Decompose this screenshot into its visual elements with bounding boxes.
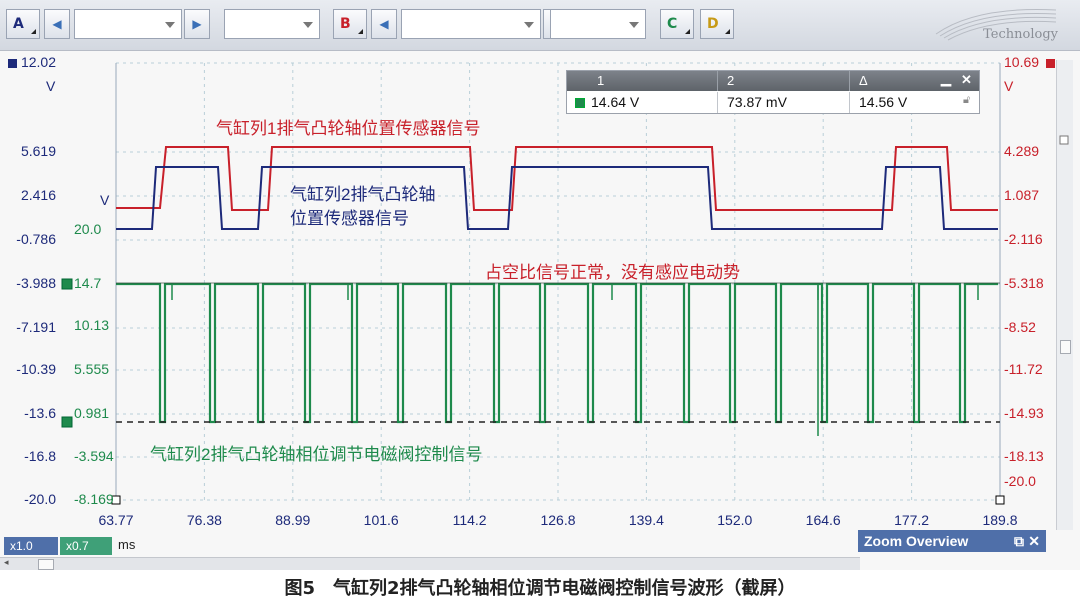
column-divider xyxy=(849,92,850,113)
x-axis-tick: 164.6 xyxy=(805,512,841,528)
x-axis-tick: 101.6 xyxy=(363,512,399,528)
rightRed-tick: 10.69 xyxy=(1004,54,1040,70)
vscroll-handle xyxy=(1059,135,1069,145)
minimize-icon[interactable]: ▁ xyxy=(941,71,951,87)
solenoid-control-trace xyxy=(116,282,998,424)
rightRed-tick: -5.318 xyxy=(1004,275,1044,291)
figure-caption: 图5 气缸列2排气凸轮轴相位调节电磁阀控制信号波形（截屏） xyxy=(284,578,796,599)
red-channel-marker xyxy=(1046,59,1055,68)
x-axis-tick: 139.4 xyxy=(628,512,664,528)
right-axis-unit: V xyxy=(1004,78,1014,94)
cursor-1-header: 1 xyxy=(597,73,605,88)
annotation-duty-cycle: 占空比信号正常，没有感应电动势 xyxy=(485,263,740,282)
cursor-1-value: 14.64 V xyxy=(591,94,640,110)
x-axis-tick: 63.77 xyxy=(98,512,134,528)
leftNavy-tick: -7.191 xyxy=(16,319,56,335)
green-level-marker xyxy=(61,278,73,290)
green-axis-unit: V xyxy=(100,192,110,208)
scroll-thumb[interactable] xyxy=(38,559,54,570)
cursor-measurement-panel[interactable]: 1 2 Δ ▁ ✕ 14.64 V 73.87 mV 14.56 V 🔓︎ xyxy=(566,70,980,114)
rightRed-tick: -20.0 xyxy=(1004,473,1036,489)
annotation-bank1-camshaft: 气缸列1排气凸轮轴位置传感器信号 xyxy=(216,119,481,138)
leftGreen-tick: -3.594 xyxy=(74,448,114,464)
x-zoom-badge[interactable]: x1.0 xyxy=(4,537,58,555)
channel-color-swatch xyxy=(575,98,585,108)
leftNavy-tick: 2.416 xyxy=(20,187,56,203)
leftGreen-tick: 14.7 xyxy=(74,275,102,291)
leftGreen-tick: 20.0 xyxy=(74,221,102,237)
leftGreen-tick: 0.981 xyxy=(74,405,110,421)
cursor-values-row: 14.64 V 73.87 mV 14.56 V 🔓︎ xyxy=(567,92,979,113)
cursor-panel-header[interactable]: 1 2 Δ ▁ ✕ xyxy=(567,71,979,91)
leftNavy-tick: -13.6 xyxy=(24,405,56,421)
leftNavy-tick: -20.0 xyxy=(24,491,56,507)
rightRed-tick: 1.087 xyxy=(1004,187,1040,203)
leftGreen-tick: 10.13 xyxy=(74,317,110,333)
leftNavy-tick: -0.786 xyxy=(16,231,56,247)
x-axis-tick: 126.8 xyxy=(540,512,576,528)
rightRed-tick: -14.93 xyxy=(1004,405,1044,421)
annotation-bank2-camshaft-line2: 位置传感器信号 xyxy=(290,209,409,228)
zoom-overview-panel[interactable]: Zoom Overview ⧉ ✕ xyxy=(858,530,1046,552)
rightRed-tick: -11.72 xyxy=(1004,361,1043,377)
cursor-2-value: 73.87 mV xyxy=(727,94,787,110)
oscilloscope-window: A ◀ ▶ B ◀ C D Technology 12.02 5.619 2.416 xyxy=(0,0,1080,570)
delta-value: 14.56 V xyxy=(859,94,908,110)
column-divider xyxy=(717,71,718,91)
lock-icon[interactable]: 🔓︎ xyxy=(963,94,970,107)
restore-icon[interactable]: ⧉ xyxy=(1014,530,1024,552)
x-axis-tick: 76.38 xyxy=(186,512,222,528)
bank2-camshaft-trace xyxy=(116,166,998,230)
x-axis-tick: 152.0 xyxy=(717,512,753,528)
cursor-2-header: 2 xyxy=(727,73,735,88)
left-axis-unit: V xyxy=(46,78,56,94)
bank1-camshaft-trace xyxy=(116,146,998,211)
leftNavy-tick: -16.8 xyxy=(24,448,56,464)
column-divider xyxy=(849,71,850,91)
leftGreen-tick: -8.169 xyxy=(74,491,114,507)
scroll-left-icon[interactable]: ◂ xyxy=(4,559,14,568)
annotation-bank2-camshaft-line1: 气缸列2排气凸轮轴 xyxy=(290,185,436,204)
leftNavy-tick: 5.619 xyxy=(20,143,56,159)
leftNavy-tick: -10.39 xyxy=(16,361,56,377)
horizontal-scrollbar[interactable]: ◂ xyxy=(0,557,860,570)
time-unit-label: ms xyxy=(118,537,136,552)
y-zoom-badge[interactable]: x0.7 xyxy=(60,537,112,555)
leftGreen-tick: 5.555 xyxy=(74,361,110,377)
close-icon[interactable]: ✕ xyxy=(961,72,972,88)
x-axis-tick: 114.2 xyxy=(452,512,487,528)
rightRed-tick: -8.52 xyxy=(1004,319,1036,335)
zoom-overview-title: Zoom Overview xyxy=(864,533,969,549)
x-axis-tick: 88.99 xyxy=(275,512,311,528)
cursor-2-handle xyxy=(995,495,1005,505)
green-trigger-marker xyxy=(61,416,73,428)
leftNavy-tick: -3.988 xyxy=(16,275,56,291)
column-divider xyxy=(717,92,718,113)
leftNavy-tick: 12.02 xyxy=(20,54,56,70)
close-icon[interactable]: ✕ xyxy=(1028,530,1040,552)
rightRed-tick: -18.13 xyxy=(1004,448,1044,464)
delta-header: Δ xyxy=(859,73,868,88)
rightRed-tick: 4.289 xyxy=(1004,143,1040,159)
x-axis-tick: 189.8 xyxy=(982,512,1018,528)
x-axis-tick: 177.2 xyxy=(894,512,930,528)
rightRed-tick: -2.116 xyxy=(1004,231,1043,247)
annotation-solenoid-signal: 气缸列2排气凸轮轴相位调节电磁阀控制信号 xyxy=(150,445,483,464)
